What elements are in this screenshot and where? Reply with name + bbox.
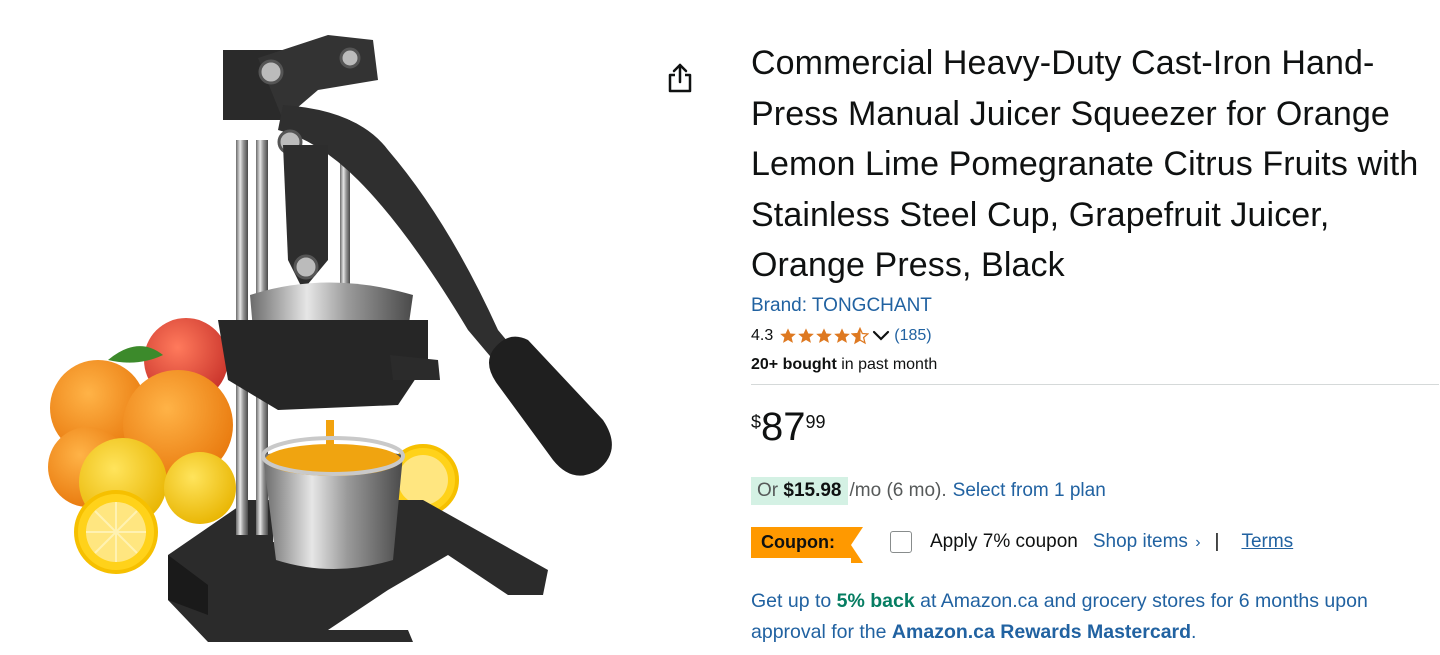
plan-term: /mo (6 mo). [849, 479, 947, 501]
promo-text-3: . [1191, 620, 1197, 643]
bought-period: in past month [836, 355, 938, 373]
product-image[interactable] [28, 30, 628, 650]
separator: | [1214, 531, 1220, 552]
price-symbol: $ [751, 411, 762, 432]
shop-items-link[interactable]: Shop items › [1093, 531, 1201, 553]
coupon-badge: Coupon: [751, 526, 863, 563]
installment-plan: Or $15.98 /mo (6 mo). Select from 1 plan [751, 476, 1440, 505]
star-half-icon [851, 326, 870, 344]
juicer-illustration [48, 35, 612, 642]
select-plan-link[interactable]: Select from 1 plan [953, 480, 1106, 502]
plan-prefix: Or [757, 479, 784, 501]
promo-text-1: Get up to [751, 589, 837, 612]
chevron-right-icon: › [1195, 534, 1201, 551]
price-fraction: 99 [805, 411, 826, 432]
share-icon[interactable] [664, 60, 696, 96]
apply-coupon-checkbox[interactable] [889, 531, 912, 553]
star-icon [816, 327, 833, 343]
terms-link[interactable]: Terms [1241, 531, 1293, 553]
price: $ 87 99 [751, 407, 1440, 447]
plan-monthly-amount: $15.98 [783, 479, 842, 501]
star-icon [834, 327, 851, 343]
product-title: Commercial Heavy-Duty Cast-Iron Hand-Pre… [751, 44, 1419, 284]
coupon-row: Coupon: Apply 7% coupon Shop items › | T… [751, 526, 1440, 563]
rewards-promo[interactable]: Get up to 5% back at Amazon.ca and groce… [751, 586, 1440, 648]
bought-info: 20+ bought in past month [751, 356, 1440, 374]
product-info: Commercial Heavy-Duty Cast-Iron Hand-Pre… [751, 38, 1440, 648]
star-rating[interactable] [779, 326, 870, 345]
bought-count: 20+ bought [751, 355, 837, 373]
chevron-down-icon[interactable] [872, 329, 890, 343]
apply-coupon-label[interactable]: Apply 7% coupon [930, 531, 1078, 553]
divider [751, 383, 1439, 385]
brand-link[interactable]: Brand: TONGCHANT [751, 295, 1440, 317]
star-icon [798, 327, 815, 343]
star-icon [780, 327, 797, 343]
rating-value: 4.3 [751, 326, 774, 344]
shop-items-label: Shop items [1092, 531, 1188, 552]
price-whole: 87 [761, 404, 806, 449]
promo-highlight: 5% back [836, 589, 915, 612]
promo-card-name: Amazon.ca Rewards Mastercard [891, 620, 1192, 643]
plan-highlight: Or $15.98 [751, 476, 848, 505]
rating-count-link[interactable]: (185) [894, 327, 931, 345]
rating-row: 4.3 (185) [751, 325, 1440, 347]
